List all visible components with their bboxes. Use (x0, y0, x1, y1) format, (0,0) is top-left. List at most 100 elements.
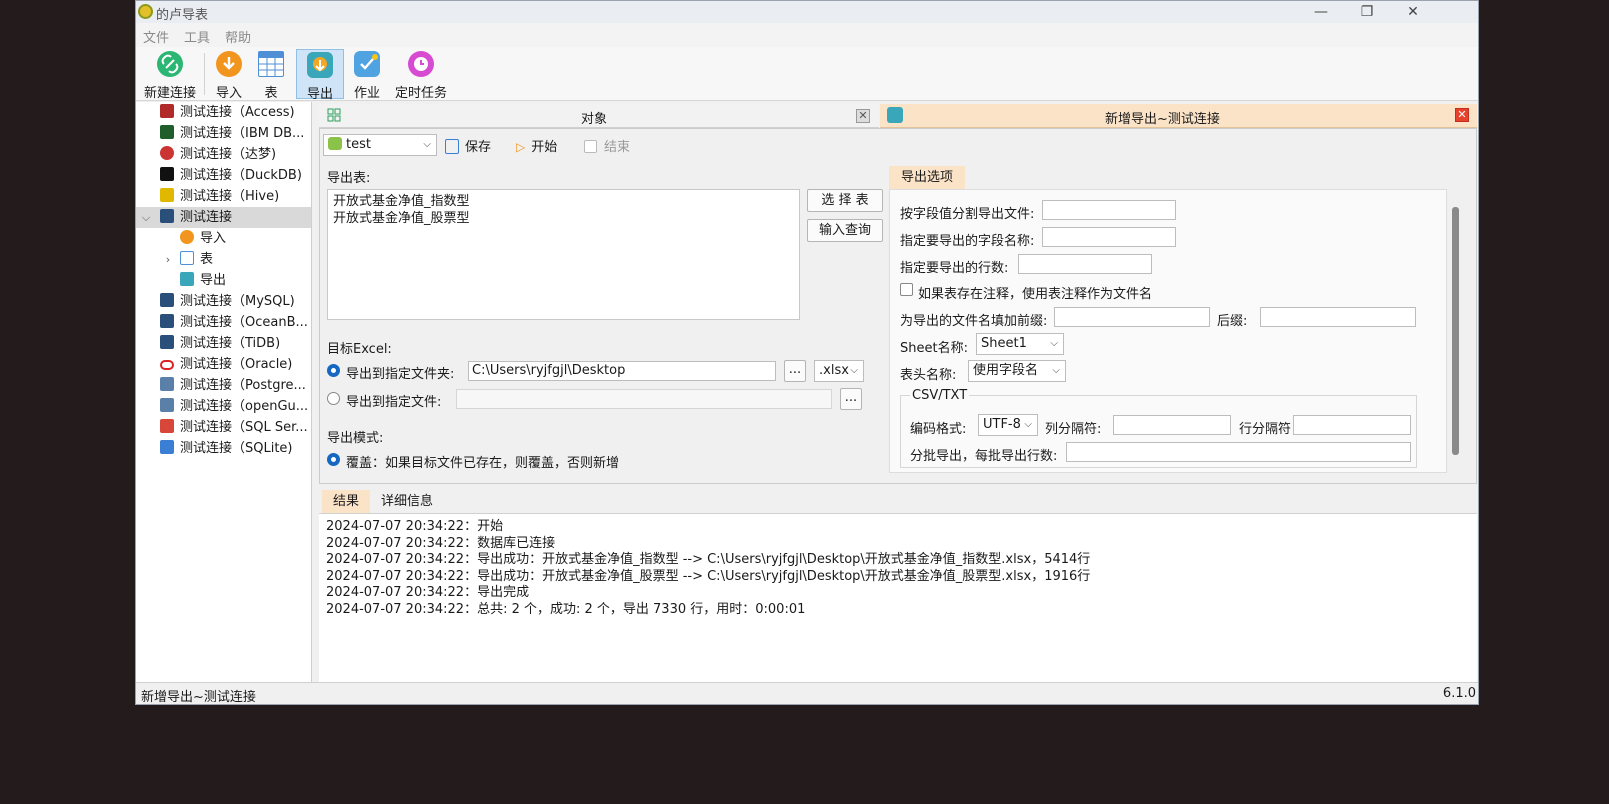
row-separator-input[interactable] (1293, 415, 1411, 435)
scrollbar-thumb[interactable] (1452, 207, 1459, 455)
chevron-right-icon[interactable]: › (162, 249, 174, 270)
tree-child-import[interactable]: 导入 (136, 228, 311, 249)
field-names-input[interactable] (1042, 227, 1176, 247)
tree-item-postgresql[interactable]: 测试连接（Postgre... (136, 375, 311, 396)
start-button[interactable]: ▷ 开始 (516, 136, 557, 155)
job-button[interactable]: 作业 (348, 49, 386, 101)
tree-item-opengauss[interactable]: 测试连接（openGu... (136, 396, 311, 417)
extension-select[interactable]: .xlsx ⌵ (814, 360, 864, 382)
close-window-button[interactable]: ✕ (1390, 1, 1436, 23)
tree-item-duckdb[interactable]: 测试连接（DuckDB) (136, 165, 311, 186)
duckdb-icon (160, 167, 174, 181)
tree-item-tidb[interactable]: 测试连接（TiDB) (136, 333, 311, 354)
import-icon (216, 51, 242, 77)
save-icon (445, 139, 459, 154)
export-panel-header: 新增导出~测试连接 ✕ (880, 104, 1477, 128)
file-path-input[interactable] (456, 389, 832, 409)
list-item[interactable]: 开放式基金净值_股票型 (333, 211, 794, 228)
batch-size-input[interactable] (1066, 442, 1411, 462)
tree-item-oracle[interactable]: 测试连接（Oracle) (136, 354, 311, 375)
export-button[interactable]: 导出 (296, 49, 344, 102)
log-line: 2024-07-07 20:34:22：导出成功：开放式基金净值_股票型 -->… (326, 568, 1091, 584)
close-objects-icon[interactable]: ✕ (856, 109, 870, 123)
export-config-panel: test ⌵ 保存 ▷ 开始 结束 导出表: 开放式基金净值_指数型 开放式基金净… (319, 128, 1477, 484)
scheduled-task-button[interactable]: 定时任务 (392, 49, 450, 101)
dameng-icon (160, 146, 174, 160)
stop-button[interactable]: 结束 (584, 136, 630, 155)
tree-item-oceanbase[interactable]: 测试连接（OceanB... (136, 312, 311, 333)
browse-file-button[interactable]: ... (840, 388, 862, 410)
tree-item-sqlserver[interactable]: 测试连接（SQL Ser... (136, 417, 311, 438)
use-comment-checkbox[interactable] (900, 283, 913, 296)
results-panel: 结果 详细信息 2024-07-07 20:34:22：开始 2024-07-0… (319, 487, 1477, 682)
db-icon (160, 209, 174, 223)
options-scrollbar[interactable] (1449, 189, 1461, 473)
table-icon (258, 51, 284, 77)
export-tables-list[interactable]: 开放式基金净值_指数型 开放式基金净值_股票型 (327, 189, 800, 320)
opengauss-icon (160, 398, 174, 412)
select-table-button[interactable]: 选 择 表 (807, 189, 883, 212)
status-text: 新增导出~测试连接 (141, 690, 256, 705)
database-icon (328, 137, 342, 150)
tidb-icon (160, 335, 174, 349)
menu-help[interactable]: 帮助 (225, 27, 251, 46)
table-button[interactable]: 表 (252, 49, 290, 101)
maximize-button[interactable]: ❐ (1344, 1, 1390, 23)
tab-results[interactable]: 结果 (322, 490, 371, 513)
row-count-label: 指定要导出的行数: (900, 261, 1009, 276)
tree-item-ibm-db2[interactable]: 测试连接（IBM DB... (136, 123, 311, 144)
tree-item-sqlite[interactable]: 测试连接（SQLite) (136, 438, 311, 459)
tree-child-export[interactable]: 导出 (136, 270, 311, 291)
folder-path-input[interactable]: C:\Users\ryjfgjl\Desktop (468, 361, 776, 381)
suffix-input[interactable] (1260, 307, 1416, 327)
log-line: 2024-07-07 20:34:22：开始 (326, 519, 504, 534)
tree-child-table[interactable]: › 表 (136, 249, 311, 270)
export-to-folder-label: 导出到指定文件夹: (346, 367, 455, 382)
chevron-down-icon[interactable]: ⌵ (140, 207, 152, 228)
close-export-tab-icon[interactable]: ✕ (1455, 108, 1469, 122)
tree-item-test-connection[interactable]: ⌵ 测试连接 (136, 207, 311, 228)
use-comment-label: 如果表存在注释，使用表注释作为文件名 (918, 287, 1153, 302)
tree-item-mysql[interactable]: 测试连接（MySQL) (136, 291, 311, 312)
access-icon (160, 104, 174, 118)
tree-item-hive[interactable]: 测试连接（Hive) (136, 186, 311, 207)
sqlserver-icon (160, 419, 174, 433)
tab-export-options[interactable]: 导出选项 (889, 166, 966, 190)
postgresql-icon (160, 377, 174, 391)
column-separator-input[interactable] (1113, 415, 1231, 435)
export-to-file-radio[interactable] (327, 392, 340, 405)
tree-item-access[interactable]: 测试连接（Access) (136, 102, 311, 123)
save-button[interactable]: 保存 (445, 136, 491, 155)
list-item[interactable]: 开放式基金净值_指数型 (333, 194, 794, 211)
menu-tools[interactable]: 工具 (184, 27, 210, 46)
link-icon (157, 51, 183, 77)
chevron-down-icon: ⌵ (850, 365, 858, 376)
app-logo-icon (138, 4, 153, 19)
browse-folder-button[interactable]: ... (784, 360, 806, 382)
grid-icon (327, 108, 341, 122)
encoding-select[interactable]: UTF-8 ⌵ (978, 414, 1038, 436)
overwrite-radio[interactable] (327, 453, 340, 466)
database-select[interactable]: test ⌵ (323, 134, 437, 156)
split-by-field-input[interactable] (1042, 200, 1176, 220)
tree-item-dameng[interactable]: 测试连接（达梦) (136, 144, 311, 165)
sheet-name-select[interactable]: Sheet1 ⌵ (976, 333, 1064, 355)
header-name-select[interactable]: 使用字段名 ⌵ (968, 360, 1066, 382)
import-button[interactable]: 导入 (210, 49, 248, 101)
new-connection-button[interactable]: 新建连接 (140, 49, 200, 101)
export-to-folder-radio[interactable] (327, 364, 340, 377)
row-count-input[interactable] (1018, 254, 1152, 274)
export-tables-label: 导出表: (327, 171, 371, 186)
menu-file[interactable]: 文件 (143, 27, 169, 46)
prefix-input[interactable] (1054, 307, 1210, 327)
minimize-button[interactable]: — (1298, 1, 1344, 23)
overwrite-label: 覆盖：如果目标文件已存在，则覆盖，否则新增 (346, 456, 620, 471)
column-separator-label: 列分隔符: (1045, 422, 1102, 437)
tab-details[interactable]: 详细信息 (370, 490, 444, 513)
field-names-label: 指定要导出的字段名称: (900, 234, 1035, 249)
clock-icon (408, 51, 434, 77)
mysql-icon (160, 293, 174, 307)
batch-size-label: 分批导出，每批导出行数: (910, 449, 1058, 464)
input-query-button[interactable]: 输入查询 (807, 219, 883, 242)
csv-group-title: CSV/TXT (910, 388, 970, 403)
